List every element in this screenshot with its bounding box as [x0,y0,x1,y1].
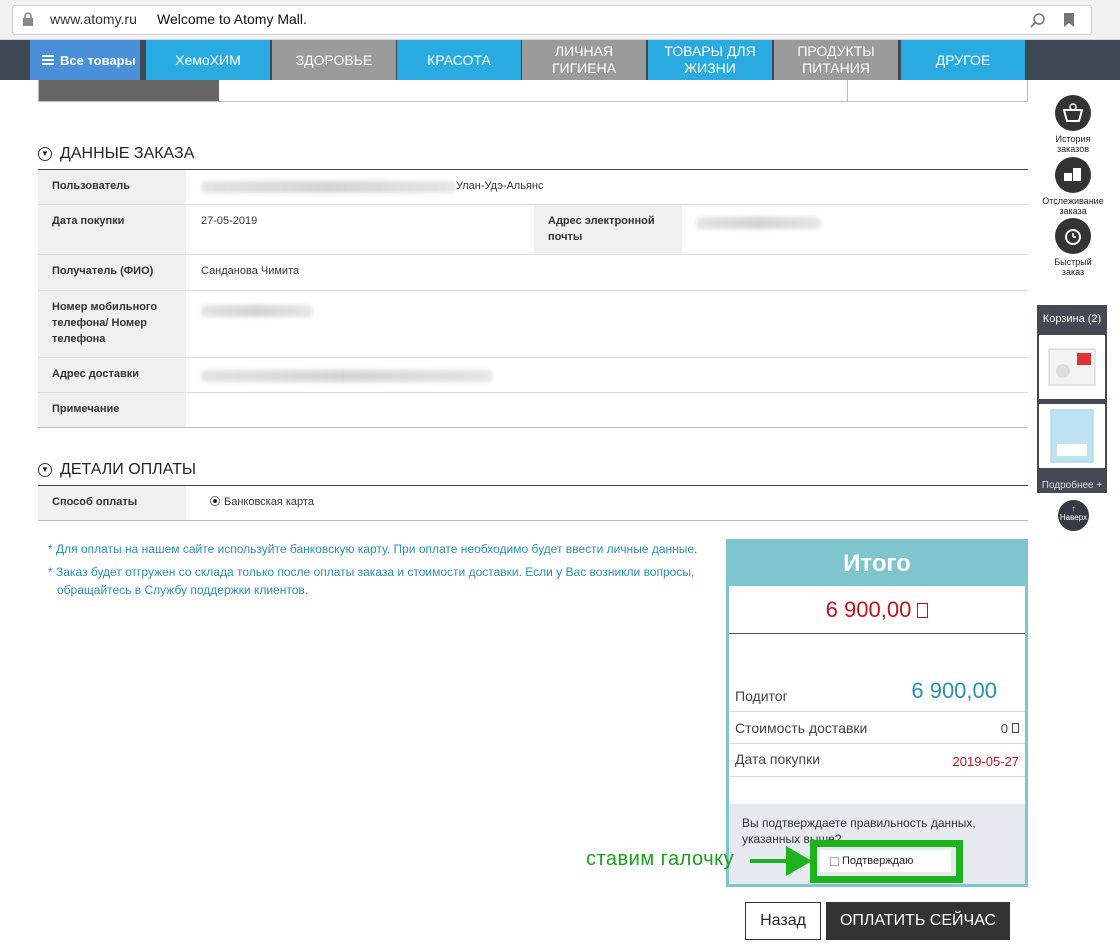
confirm-checkbox[interactable] [830,856,839,866]
note-label: Примечание [38,393,186,427]
lock-icon [23,12,33,26]
table-row: Адрес доставки [38,358,1028,393]
all-products-button[interactable]: Все товары [30,40,140,80]
currency-icon [917,603,929,618]
payment-method-label: Способ оплаты [38,486,186,520]
table-row: Дата покупки 27-05-2019 Адрес электронно… [38,205,1028,255]
shipping-value: 0 [1000,721,1008,736]
cart-item[interactable] [1039,335,1105,399]
order-tracking-label: Отслеживание заказа [1042,196,1104,216]
scroll-top-label: Наверх [1059,513,1088,522]
payment-title-text: ДЕТАЛИ ОПЛАТЫ [60,461,197,478]
cart-more-link[interactable]: Подробнее + [1037,480,1107,491]
payment-notes: * Для оплаты на нашем сайте используйте … [48,540,698,604]
all-products-label: Все товары [60,52,136,68]
tracking-icon [1055,157,1091,193]
bookmark-icon[interactable] [1063,12,1075,28]
previous-row-divider [847,80,848,101]
page-tab-title: Welcome to Atomy Mall. [157,11,307,27]
blurred-address [201,370,493,382]
payment-section-title[interactable]: ▼ ДЕТАЛИ ОПЛАТЫ [38,461,196,479]
blurred-phone [201,305,313,317]
nav-item-other[interactable]: ДРУГОЕ [901,40,1025,80]
shipping-value-wrap: 0 [1001,721,1019,736]
table-row: Способ оплаты Банковская карта [38,486,1028,521]
order-tracking-button[interactable]: Отслеживание заказа [1042,157,1104,216]
nav-item-home-goods[interactable]: ТОВАРЫ ДЛЯ ЖИЗНИ [648,40,772,80]
pay-now-button[interactable]: ОПЛАТИТЬ СЕЙЧАС [826,902,1010,940]
total-value: 6 900,00 [825,597,912,622]
annotation-text: ставим галочку [586,848,735,870]
browser-bar: www.atomy.ru Welcome to Atomy Mall. [0,0,1120,40]
product-thumbnail [1050,409,1094,463]
payment-table: Способ оплаты Банковская карта [38,485,1028,521]
url-text[interactable]: www.atomy.ru [50,11,137,27]
table-row: Номер мобильного телефона/ Номер телефон… [38,291,1028,358]
subtotal-row: Подитог 6 900,00 [729,634,1025,712]
order-history-button[interactable]: История заказов [1042,95,1104,154]
purchase-date-row: Дата покупки 2019-05-27 [729,744,1025,777]
purchase-date-label: Дата покупки [735,751,821,767]
shipping-label: Стоимость доставки [735,720,868,736]
payment-note: * Заказ будет отгружен со склада только … [48,565,695,597]
basket-icon [1055,95,1091,131]
summary-total: 6 900,00 [729,586,1025,634]
product-thumbnail [1048,348,1096,386]
alarm-clock-icon [1055,218,1091,254]
menu-icon [42,53,54,67]
previous-row-label [39,80,219,101]
confirm-checkbox-area[interactable]: Подтверждаю [820,850,951,872]
order-history-label: История заказов [1055,134,1091,154]
nav-item-food[interactable]: ПРОДУКТЫ ПИТАНИЯ [774,40,898,80]
search-icon[interactable] [1030,12,1046,28]
shipping-row: Стоимость доставки 0 [729,712,1025,744]
payment-method-option[interactable]: Банковская карта [210,496,314,508]
order-summary: Итого 6 900,00 Подитог 6 900,00 Стоимост… [726,539,1028,887]
order-title-text: ДАННЫЕ ЗАКАЗА [60,145,195,162]
chevron-down-icon: ▼ [38,463,52,477]
cart-item[interactable] [1039,404,1105,468]
currency-icon [1012,723,1019,733]
recipient-value: Санданова Чимита [201,265,300,277]
table-row: Получатель (ФИО) Санданова Чимита [38,255,1028,291]
recipient-label: Получатель (ФИО) [38,255,186,290]
blurred-user-name [201,181,456,193]
purchase-date-value: 2019-05-27 [952,754,1020,769]
address-label: Адрес доставки [38,358,186,392]
radio-selected-icon[interactable] [210,496,220,506]
arrow-up-icon: ↑ [1071,504,1076,513]
table-row: Пользователь Улан-Удэ-Альянс [38,170,1028,205]
cart-title[interactable]: Корзина (2) [1037,305,1107,333]
nav-item-beauty[interactable]: КРАСОТА [397,40,521,80]
order-section-title[interactable]: ▼ ДАННЫЕ ЗАКАЗА [38,145,194,163]
previous-table-row [38,80,1028,102]
phone-label: Номер мобильного телефона/ Номер телефон… [38,291,186,357]
order-table: Пользователь Улан-Удэ-Альянс Дата покупк… [38,169,1028,428]
confirm-label[interactable]: Подтверждаю [842,855,913,867]
payment-note: * Для оплаты на нашем сайте используйте … [48,542,698,556]
nav-item-hemohim[interactable]: ХемоХИМ [146,40,270,80]
scroll-top-button[interactable]: ↑ Наверх [1058,500,1089,531]
cart-panel[interactable]: Корзина (2) Подробнее + [1037,305,1107,493]
date-label: Дата покупки [38,205,186,254]
blurred-email [696,217,821,229]
back-button[interactable]: Назад [745,902,821,940]
nav-item-health[interactable]: ЗДОРОВЬЕ [272,40,396,80]
quick-order-button[interactable]: Быстрый заказ [1042,218,1104,277]
user-label: Пользователь [38,170,186,204]
email-label: Адрес электронной почты [534,205,682,254]
quick-order-label: Быстрый заказ [1054,257,1092,277]
subtotal-label: Подитог [735,688,788,704]
payment-method-value: Банковская карта [224,496,314,508]
subtotal-value: 6 900,00 [911,678,997,703]
nav-item-hygiene[interactable]: ЛИЧНАЯ ГИГИЕНА [522,40,646,80]
user-value: Улан-Удэ-Альянс [456,180,544,192]
table-row: Примечание [38,393,1028,428]
summary-title: Итого [729,542,1025,586]
date-value: 27-05-2019 [201,215,258,227]
annotation-arrow-icon [750,846,812,876]
chevron-down-icon: ▼ [38,147,52,161]
